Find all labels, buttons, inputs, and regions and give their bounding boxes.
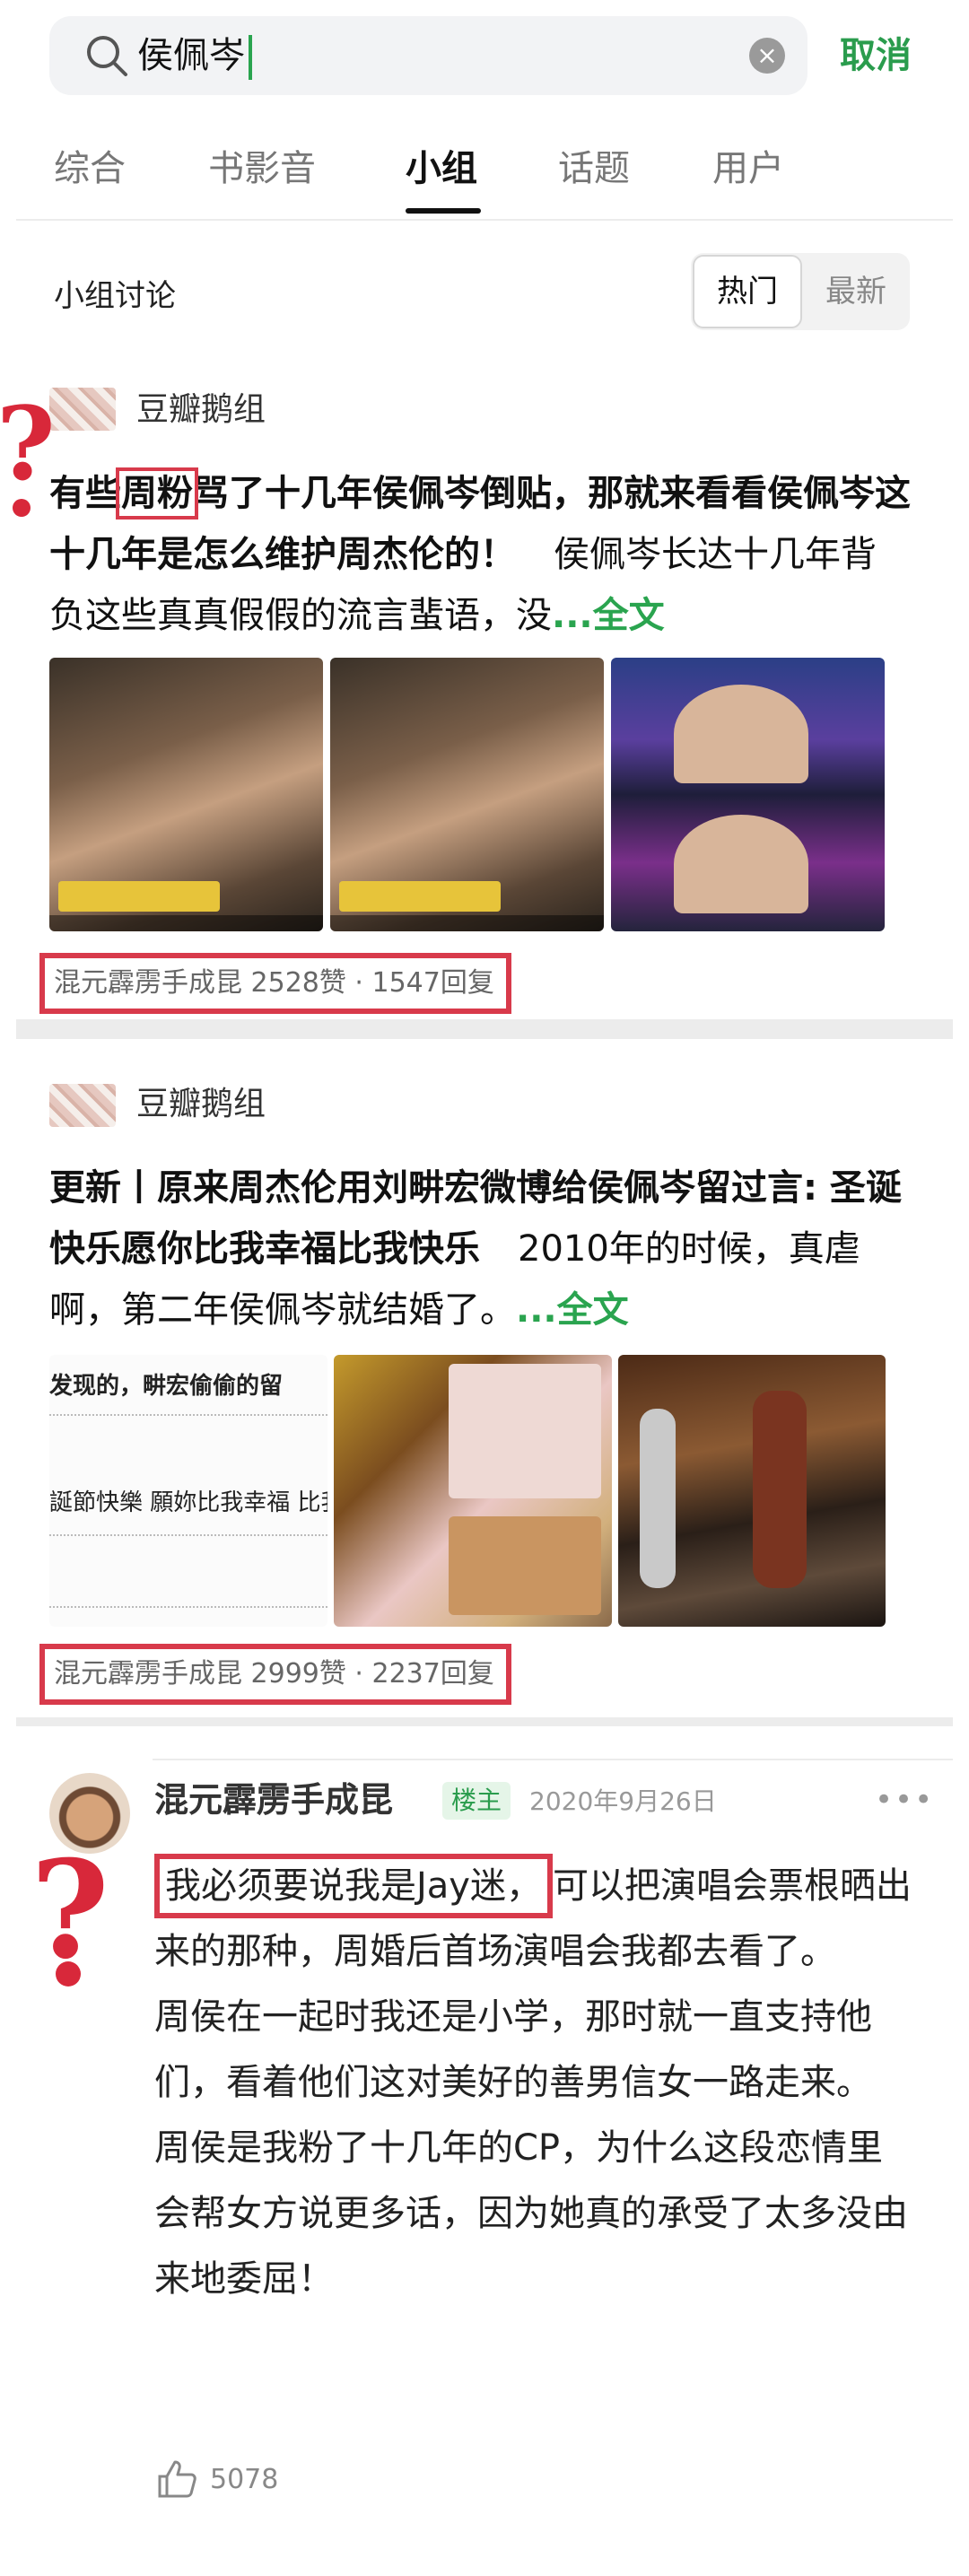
post-meta: 混元霹雳手成昆 2528赞 · 1547回复 bbox=[54, 967, 494, 999]
comment-body: 我必须要说我是Jay迷， 可以把演唱会票根晒出来的那种，周婚后首场演唱会我都去看了… bbox=[154, 1854, 917, 2312]
clear-button[interactable]: × bbox=[749, 38, 785, 74]
comment-divider bbox=[153, 1759, 953, 1760]
post-meta-highlight: 混元霹雳手成昆 2999赞 · 2237回复 bbox=[39, 1644, 511, 1705]
clear-icon: × bbox=[756, 40, 778, 70]
group-name[interactable]: 豆瓣鹅组 bbox=[136, 1082, 266, 1127]
annotation-question-mark: ? bbox=[31, 1831, 109, 1989]
group-name[interactable]: 豆瓣鹅组 bbox=[136, 388, 266, 432]
section-title: 小组讨论 bbox=[54, 278, 176, 314]
sort-new-button[interactable]: 最新 bbox=[804, 255, 908, 328]
post-separator bbox=[16, 1019, 953, 1039]
sort-hot-button[interactable]: 热门 bbox=[693, 255, 802, 328]
read-more-link[interactable]: ...全文 bbox=[552, 595, 665, 636]
tab-topics[interactable]: 话题 bbox=[558, 142, 630, 196]
tab-comprehensive[interactable]: 综合 bbox=[54, 142, 126, 196]
post-meta: 混元霹雳手成昆 2999赞 · 2237回复 bbox=[54, 1658, 494, 1690]
more-dots-icon[interactable]: ••• bbox=[875, 1780, 934, 1820]
image-caption: 发现的，畊宏偷偷的留 bbox=[49, 1373, 284, 1400]
group-avatar[interactable] bbox=[49, 388, 116, 431]
image-caption: 誕節快樂 願妳比我幸福 比我 bbox=[49, 1489, 327, 1516]
text-cursor bbox=[249, 35, 252, 80]
post-image[interactable] bbox=[330, 658, 604, 931]
post-image[interactable] bbox=[618, 1355, 886, 1627]
annotation-question-mark: ? bbox=[0, 395, 56, 520]
group-avatar[interactable] bbox=[49, 1084, 116, 1127]
post-separator bbox=[16, 1717, 953, 1726]
cancel-button[interactable]: 取消 bbox=[840, 27, 912, 84]
search-icon bbox=[87, 36, 127, 76]
highlighted-keyword: 周粉 bbox=[116, 467, 198, 520]
read-more-link[interactable]: ...全文 bbox=[516, 1289, 629, 1331]
comment-username[interactable]: 混元霹雳手成昆 bbox=[154, 1775, 393, 1825]
post-content[interactable]: 更新丨原来周杰伦用刘畊宏微博给侯佩岑留过言: 圣诞快乐愿你比我幸福比我快乐 201… bbox=[49, 1157, 911, 1340]
search-input[interactable]: 侯佩岑 bbox=[137, 27, 252, 84]
tab-groups[interactable]: 小组 bbox=[406, 142, 477, 196]
post-meta-highlight: 混元霹雳手成昆 2528赞 · 1547回复 bbox=[39, 953, 511, 1014]
post-image[interactable]: 发现的，畊宏偷偷的留 誕節快樂 願妳比我幸福 比我 bbox=[49, 1355, 327, 1627]
post-image[interactable] bbox=[334, 1355, 612, 1627]
highlighted-phrase: 我必须要说我是Jay迷， bbox=[154, 1854, 553, 1918]
post-content[interactable]: 有些周粉骂了十几年侯佩岑倒贴，那就来看看侯佩岑这十几年是怎么维护周杰伦的！ 侯佩岑… bbox=[49, 463, 911, 646]
active-tab-indicator bbox=[406, 208, 481, 214]
tab-divider bbox=[16, 219, 953, 221]
thumbs-up-icon[interactable] bbox=[154, 2457, 199, 2502]
post-image[interactable] bbox=[611, 658, 885, 931]
search-bar[interactable]: 侯佩岑 × bbox=[49, 16, 808, 95]
comment-date: 2020年9月26日 bbox=[529, 1786, 717, 1816]
tab-books-movies-music[interactable]: 书影音 bbox=[208, 142, 316, 196]
sort-toggle: 热门 最新 bbox=[691, 253, 910, 330]
op-badge: 楼主 bbox=[442, 1782, 511, 1820]
like-count: 5078 bbox=[210, 2464, 279, 2495]
post-image[interactable] bbox=[49, 658, 323, 931]
tab-users[interactable]: 用户 bbox=[712, 142, 784, 196]
